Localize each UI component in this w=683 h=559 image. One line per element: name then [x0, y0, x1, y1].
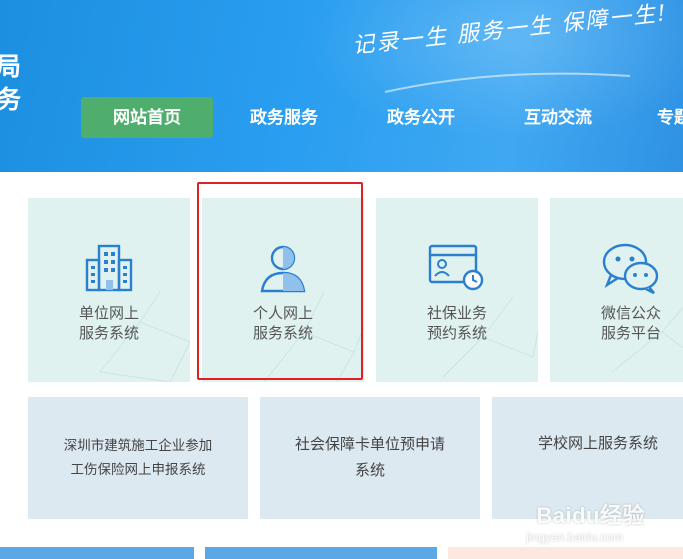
- nav-home[interactable]: 网站首页: [81, 97, 213, 138]
- tile-label-line-2: 服务平台: [600, 325, 661, 342]
- tile-label-line-2: 工伤保险网上申报系统: [70, 462, 206, 477]
- tile-label: 单位网上 服务系统: [28, 304, 190, 344]
- baidu-jingyan-watermark: Baidu经验: [536, 503, 645, 528]
- tile-label: 社会保障卡单位预申请 系统: [295, 432, 445, 484]
- bottom-banner-1[interactable]: [0, 547, 194, 559]
- tile-label-line-1: 社保业务: [426, 305, 487, 322]
- tile-personal-online-service[interactable]: 个人网上 服务系统: [202, 198, 364, 382]
- site-header: 局 务 记录一生 服务一生 保障一生! 网站首页 政务服务 政务公开 互动交流 …: [0, 0, 683, 172]
- tile-label-line-2: 服务系统: [78, 325, 139, 342]
- tile-construction-injury-insurance[interactable]: 深圳市建筑施工企业参加 工伤保险网上申报系统: [28, 397, 248, 519]
- bottom-banner-2[interactable]: [205, 547, 437, 559]
- tile-label-line-1: 单位网上: [78, 305, 139, 322]
- building-icon: [85, 244, 133, 292]
- tile-label-line-2: 服务系统: [252, 325, 313, 342]
- tile-label: 微信公众 服务平台: [550, 304, 683, 344]
- tile-label-line-2: 预约系统: [426, 325, 487, 342]
- tile-label: 个人网上 服务系统: [202, 304, 364, 344]
- main-nav: 网站首页 政务服务 政务公开 互动交流 专题: [0, 97, 683, 138]
- tile-wechat-service-platform[interactable]: 微信公众 服务平台: [550, 198, 683, 382]
- wechat-icon: [602, 243, 659, 295]
- bottom-banner-3[interactable]: [448, 547, 683, 559]
- tile-social-security-card-preapply[interactable]: 社会保障卡单位预申请 系统: [260, 397, 480, 519]
- tile-label-line-2: 系统: [354, 462, 385, 479]
- appointment-calendar-icon: [428, 244, 484, 291]
- nav-topics[interactable]: 专题: [657, 97, 683, 138]
- slogan-swoosh: [384, 72, 631, 93]
- watermark-url: jingyan.baidu.com: [526, 530, 623, 544]
- tile-label-line-1: 微信公众: [600, 305, 661, 322]
- tile-label-line-1: 深圳市建筑施工企业参加: [63, 438, 213, 453]
- tile-label-line-1: 个人网上: [252, 305, 313, 322]
- nav-government-disclosure[interactable]: 政务公开: [369, 97, 473, 138]
- nav-government-services[interactable]: 政务服务: [232, 97, 336, 138]
- tile-label: 深圳市建筑施工企业参加 工伤保险网上申报系统: [64, 434, 213, 482]
- tile-label: 社保业务 预约系统: [376, 304, 538, 344]
- org-name-line-1: 局: [0, 52, 22, 81]
- tile-label-line-1: 社会保障卡单位预申请: [294, 436, 445, 453]
- tile-unit-online-service[interactable]: 单位网上 服务系统: [28, 198, 190, 382]
- nav-interaction[interactable]: 互动交流: [506, 97, 610, 138]
- tile-label: 学校网上服务系统: [538, 435, 659, 452]
- person-icon: [260, 245, 306, 293]
- tile-social-security-appointment[interactable]: 社保业务 预约系统: [376, 198, 538, 382]
